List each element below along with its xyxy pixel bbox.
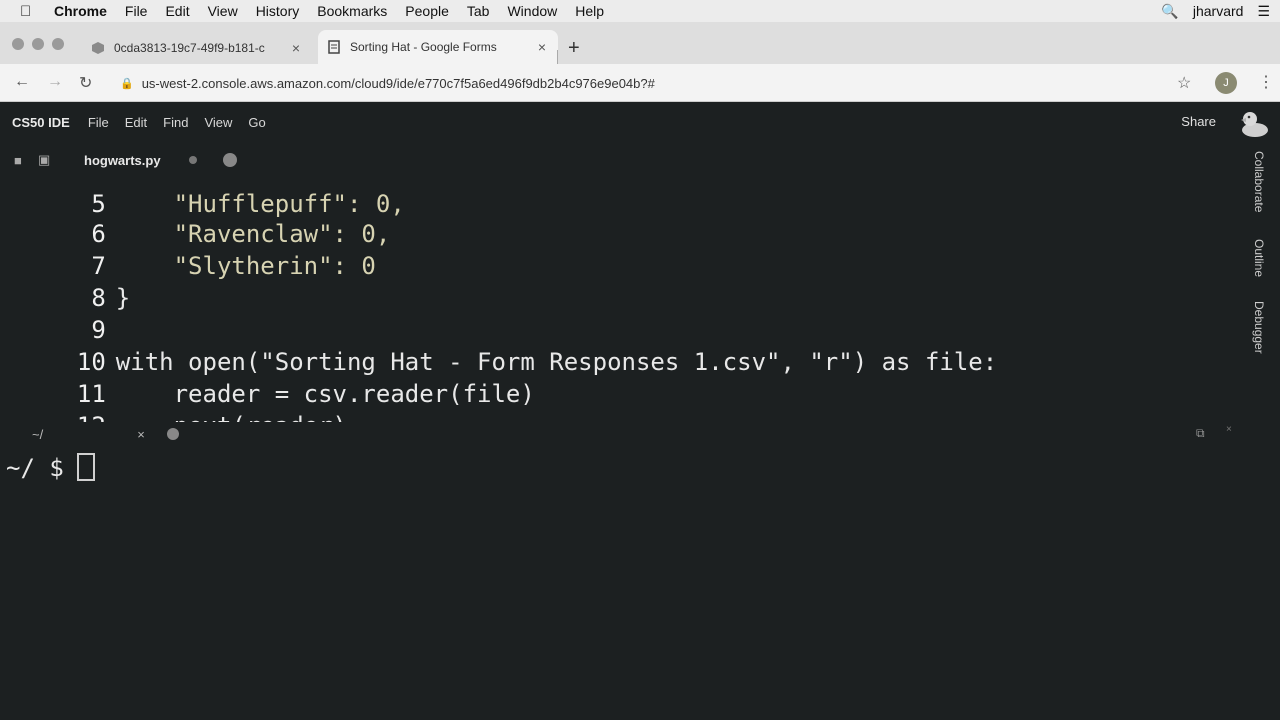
menu-history[interactable]: History <box>256 3 300 19</box>
new-tab-icon[interactable]: + <box>568 38 580 58</box>
tab-title: 0cda3813-19c7-49f9-b181-c <box>114 41 265 55</box>
code-line: 5 "Hufflepuff": 0, <box>0 162 404 218</box>
terminal-tab-bar: ~/ × ⧉ × <box>0 420 1240 448</box>
minimize-window-button[interactable] <box>32 38 44 50</box>
ide-menu-edit[interactable]: Edit <box>125 115 147 130</box>
menu-app-name[interactable]: Chrome <box>54 3 107 19</box>
terminal[interactable]: ~/ $ <box>0 450 1240 720</box>
menubar-username[interactable]: jharvard <box>1193 3 1244 19</box>
code-line: 8} <box>0 256 130 312</box>
notification-center-icon[interactable]: ☰ <box>1257 3 1270 20</box>
maximize-panel-icon[interactable]: ⧉ <box>1196 426 1205 441</box>
code-line: 6 "Ravenclaw": 0, <box>0 192 390 248</box>
url-text: us-west-2.console.aws.amazon.com/cloud9/… <box>141 75 655 91</box>
reload-icon[interactable]: ↻ <box>79 73 92 93</box>
menu-help[interactable]: Help <box>575 3 604 19</box>
ide-brand[interactable]: CS50 IDE <box>12 115 70 130</box>
menu-tab[interactable]: Tab <box>467 3 490 19</box>
code-text: "Slytherin": 0 <box>115 252 376 280</box>
close-tab-icon[interactable]: × <box>286 40 306 56</box>
code-line: 11 reader = csv.reader(file) <box>0 352 535 408</box>
ide-menu-file[interactable]: File <box>88 115 109 130</box>
code-line: 10 with open("Sorting Hat - Form Response… <box>0 320 997 376</box>
apple-icon[interactable]:  <box>20 3 40 20</box>
browser-tab-strip: 0cda3813-19c7-49f9-b181-c × Sorting Hat … <box>0 22 1280 68</box>
close-window-button[interactable] <box>12 38 24 50</box>
menu-bookmarks[interactable]: Bookmarks <box>317 3 387 19</box>
menu-people[interactable]: People <box>405 3 449 19</box>
browser-tab-forms[interactable]: Sorting Hat - Google Forms × <box>318 30 558 64</box>
ide-menu-go[interactable]: Go <box>248 115 265 130</box>
share-button[interactable]: Share <box>1181 114 1216 129</box>
add-terminal-tab-icon[interactable] <box>166 428 179 440</box>
zoom-window-button[interactable] <box>52 38 64 50</box>
menu-file[interactable]: File <box>125 3 148 19</box>
ide-menu-view[interactable]: View <box>204 115 232 130</box>
right-side-panel: Collaborate Outline Debugger <box>1240 141 1280 441</box>
address-bar[interactable]: 🔒 us-west-2.console.aws.amazon.com/cloud… <box>112 69 1202 97</box>
terminal-cursor <box>77 453 95 481</box>
close-terminal-tab-icon[interactable]: × <box>137 427 145 442</box>
code-line: 9 <box>0 288 116 344</box>
close-panel-icon[interactable]: × <box>1226 424 1232 435</box>
back-arrow-icon[interactable]: ← <box>14 73 30 91</box>
chrome-menu-icon[interactable]: ⋮ <box>1258 72 1274 92</box>
menu-window[interactable]: Window <box>507 3 557 19</box>
debugger-panel-button[interactable]: Debugger <box>1252 301 1266 354</box>
bookmark-star-icon[interactable]: ☆ <box>1177 73 1191 93</box>
forward-arrow-icon[interactable]: → <box>47 73 63 91</box>
code-line: 7 "Slytherin": 0 <box>0 224 376 280</box>
code-editor[interactable]: 5 "Hufflepuff": 0, 6 "Ravenclaw": 0, 7 "… <box>0 160 1240 422</box>
browser-toolbar: ← → ↻ 🔒 us-west-2.console.aws.amazon.com… <box>0 64 1280 102</box>
ide-menubar: CS50 IDE File Edit Find View Go Share <box>0 103 1280 141</box>
menu-view[interactable]: View <box>208 3 238 19</box>
menu-edit[interactable]: Edit <box>165 3 189 19</box>
tab-title: Sorting Hat - Google Forms <box>350 40 497 54</box>
cloud9-favicon-icon <box>90 40 106 56</box>
ide-menu-find[interactable]: Find <box>163 115 188 130</box>
terminal-tab-label[interactable]: ~/ <box>32 427 43 442</box>
outline-panel-button[interactable]: Outline <box>1252 239 1266 277</box>
terminal-prompt: ~/ $ <box>6 454 64 482</box>
profile-avatar[interactable]: J <box>1215 72 1237 94</box>
browser-tab-ide[interactable]: 0cda3813-19c7-49f9-b181-c × <box>82 32 312 64</box>
collaborate-panel-button[interactable]: Collaborate <box>1252 151 1266 212</box>
code-text: } <box>115 284 131 312</box>
google-forms-favicon-icon <box>326 39 342 55</box>
code-line: 12 next(reader) <box>0 384 347 422</box>
spotlight-search-icon[interactable]: 🔍 <box>1161 3 1178 20</box>
close-tab-icon[interactable]: × <box>532 39 552 55</box>
lock-icon[interactable]: 🔒 <box>120 77 134 90</box>
duck-avatar-icon[interactable] <box>1238 108 1270 138</box>
macos-menubar:  Chrome File Edit View History Bookmark… <box>0 0 1280 22</box>
window-controls <box>12 38 64 50</box>
